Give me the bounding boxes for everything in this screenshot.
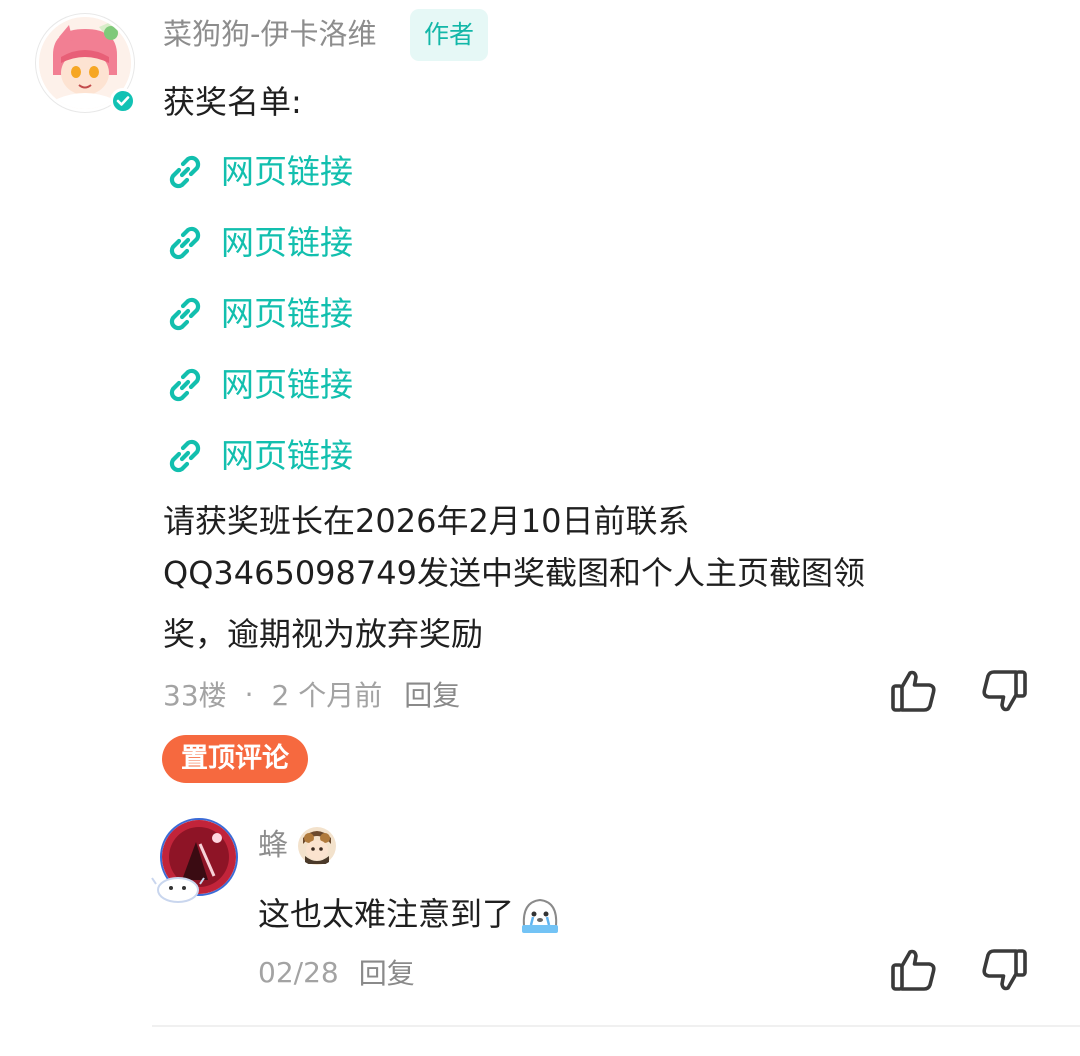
comment-body-line-2: QQ3465098749发送中奖截图和个人主页截图领 xyxy=(163,554,865,592)
link-icon xyxy=(169,439,201,473)
web-link-2[interactable]: 网页链接 xyxy=(163,221,353,265)
link-icon xyxy=(169,297,201,331)
pinned-comment-badge: 置顶评论 xyxy=(162,735,308,783)
comment-heading: 获奖名单: xyxy=(163,83,302,121)
comment-body-line-3: 奖，逾期视为放弃奖励 xyxy=(163,615,484,653)
link-icon xyxy=(169,226,201,260)
comment-username[interactable]: 菜狗狗-伊卡洛维 xyxy=(163,14,376,54)
reply-reply-button[interactable]: 回复 xyxy=(359,952,415,992)
link-label[interactable]: 网页链接 xyxy=(221,434,353,478)
reply-username[interactable]: 蜂 xyxy=(258,826,288,866)
link-label[interactable]: 网页链接 xyxy=(221,292,353,336)
thumbs-up-icon[interactable] xyxy=(888,665,940,717)
link-icon xyxy=(169,155,201,189)
thumbs-down-icon[interactable] xyxy=(978,944,1030,996)
thumbs-down-icon[interactable] xyxy=(978,665,1030,717)
thumbs-up-icon[interactable] xyxy=(888,944,940,996)
verified-check-icon xyxy=(110,88,136,114)
floor-number: 33楼 xyxy=(163,679,227,712)
web-link-5[interactable]: 网页链接 xyxy=(163,434,353,478)
seal-decoration-icon xyxy=(151,877,205,903)
web-link-1[interactable]: 网页链接 xyxy=(163,150,353,194)
link-label[interactable]: 网页链接 xyxy=(221,150,353,194)
reply-date: 02/28 xyxy=(258,955,339,989)
comment-time: 2 个月前 xyxy=(271,679,383,712)
reply-content: 这也太难注意到了 xyxy=(258,892,562,936)
comment-body-line-1: 请获奖班长在2026年2月10日前联系 xyxy=(163,502,690,540)
reply-meta: 02/28 回复 xyxy=(258,950,415,994)
link-icon xyxy=(169,368,201,402)
reply-text: 这也太难注意到了 xyxy=(258,895,515,933)
link-label[interactable]: 网页链接 xyxy=(221,363,353,407)
web-link-4[interactable]: 网页链接 xyxy=(163,363,353,407)
user-badge-icon xyxy=(298,827,336,865)
author-badge: 作者 xyxy=(410,9,489,61)
divider xyxy=(152,1025,1080,1027)
reply-button[interactable]: 回复 xyxy=(404,674,460,714)
meta-separator: · xyxy=(244,677,254,711)
link-label[interactable]: 网页链接 xyxy=(221,221,353,265)
crying-seal-emoji-icon xyxy=(522,898,559,933)
web-link-3[interactable]: 网页链接 xyxy=(163,292,353,336)
comment-meta: 33楼 · 2 个月前 回复 xyxy=(163,672,460,716)
